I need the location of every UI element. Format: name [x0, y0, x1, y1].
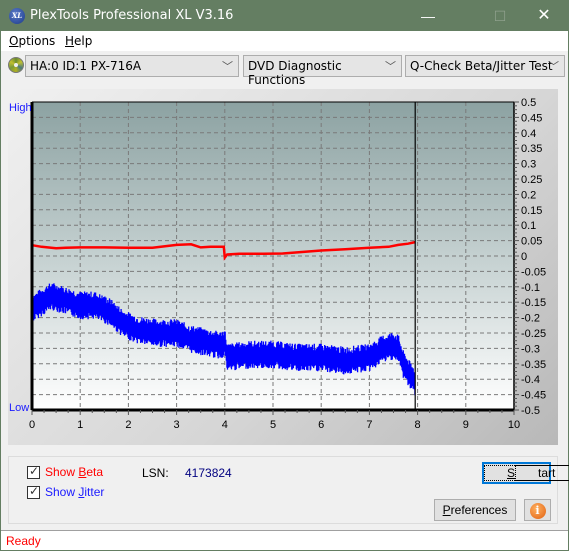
- chevron-down-icon: ﹀: [385, 60, 396, 73]
- x-tick-label: 8: [415, 419, 421, 431]
- preferences-button[interactable]: Preferences: [434, 499, 516, 521]
- checkbox-checked-icon[interactable]: [27, 464, 40, 479]
- y-tick-label: 0.1: [521, 220, 536, 232]
- menu-help-accel: H: [65, 34, 75, 48]
- show-beta-label: Show Beta: [45, 465, 104, 479]
- menu-options-label: ptions: [18, 34, 56, 48]
- status-text: Ready: [6, 534, 41, 548]
- y-tick-label: 0.05: [521, 236, 542, 248]
- chevron-down-icon: ﹀: [548, 60, 559, 73]
- menu-help-label: elp: [74, 34, 93, 48]
- maximize-button[interactable]: ☐: [477, 1, 523, 31]
- y-tick-label: 0.5: [521, 97, 536, 109]
- show-jitter-label: Show Jitter: [45, 485, 105, 499]
- title-bar[interactable]: XL PlexTools Professional XL V3.16 — ☐ ✕: [1, 1, 568, 31]
- y-tick-label: 0: [521, 251, 527, 263]
- high-label: High: [9, 102, 32, 114]
- lsn-label: LSN:: [142, 466, 169, 480]
- y-tick-label: -0.4: [521, 374, 540, 386]
- info-icon: i: [529, 503, 546, 519]
- x-tick-label: 6: [318, 419, 324, 431]
- x-tick-label: 2: [125, 419, 131, 431]
- checkbox-checked-icon[interactable]: [27, 484, 40, 499]
- y-tick-label: 0.45: [521, 112, 542, 124]
- x-tick-label: 5: [270, 419, 276, 431]
- menu-bar: Options Help: [1, 31, 568, 51]
- app-logo-icon: XL: [9, 8, 25, 24]
- y-tick-label: 0.35: [521, 143, 542, 155]
- status-bar: Ready: [1, 530, 568, 550]
- y-tick-label: -0.2: [521, 313, 540, 325]
- x-tick-label: 0: [29, 419, 35, 431]
- menu-help[interactable]: Help: [65, 34, 92, 48]
- function-select[interactable]: DVD Diagnostic Functions ﹀: [243, 55, 402, 87]
- low-label: Low: [9, 402, 29, 414]
- y-tick-label: 0.15: [521, 205, 542, 217]
- y-tick-label: 0.25: [521, 174, 542, 186]
- y-tick-label: 0.2: [521, 189, 536, 201]
- y-tick-label: -0.15: [521, 297, 546, 309]
- y-tick-label: 0.3: [521, 159, 536, 171]
- test-select[interactable]: Q-Check Beta/Jitter Test ﹀: [405, 55, 565, 77]
- x-tick-label: 9: [463, 419, 469, 431]
- y-tick-label: -0.3: [521, 343, 540, 355]
- y-tick-label: -0.35: [521, 359, 546, 371]
- close-button[interactable]: ✕: [521, 1, 567, 31]
- test-select-value: Q-Check Beta/Jitter Test: [410, 59, 553, 73]
- x-tick-label: 7: [366, 419, 372, 431]
- window-title: PlexTools Professional XL V3.16: [30, 8, 234, 23]
- lsn-value: 4173824: [185, 466, 232, 480]
- y-tick-label: -0.1: [521, 282, 540, 294]
- x-tick-label: 3: [174, 419, 180, 431]
- show-jitter-checkbox[interactable]: Show Jitter: [27, 484, 105, 499]
- show-beta-checkbox[interactable]: Show Beta: [27, 464, 104, 479]
- info-button[interactable]: i: [524, 499, 551, 521]
- disc-drive-icon: [8, 57, 24, 73]
- beta-jitter-chart: 0 1 2 3 4 5 6 7 8 9 10 0.5 0.45 0.4 0.35 0.3 0.25 0.2 0.15…: [9, 97, 546, 431]
- y-tick-label: 0.4: [521, 128, 536, 140]
- function-select-value: DVD Diagnostic Functions: [248, 59, 342, 87]
- controls-panel: Show Beta Show Jitter LSN: 4173824 Start…: [8, 456, 569, 524]
- y-tick-label: -0.05: [521, 266, 546, 278]
- minimize-button[interactable]: —: [405, 1, 451, 31]
- y-tick-label: -0.45: [521, 390, 546, 402]
- x-tick-label: 10: [508, 419, 520, 431]
- x-tick-label: 1: [77, 419, 83, 431]
- menu-options[interactable]: Options: [9, 34, 55, 48]
- chart-panel: 0 1 2 3 4 5 6 7 8 9 10 0.5 0.45 0.4 0.35 0.3 0.25 0.2 0.15…: [8, 89, 558, 445]
- start-button[interactable]: Start: [482, 462, 569, 484]
- y-tick-label: -0.5: [521, 405, 540, 417]
- toolbar: HA:0 ID:1 PX-716A ﹀ DVD Diagnostic Funct…: [1, 52, 568, 87]
- x-tick-label: 4: [222, 419, 228, 431]
- app-window: XL PlexTools Professional XL V3.16 — ☐ ✕…: [0, 0, 569, 551]
- drive-select-value: HA:0 ID:1 PX-716A: [30, 59, 142, 73]
- drive-select[interactable]: HA:0 ID:1 PX-716A ﹀: [25, 55, 239, 77]
- y-tick-label: -0.25: [521, 328, 546, 340]
- chevron-down-icon: ﹀: [222, 60, 233, 73]
